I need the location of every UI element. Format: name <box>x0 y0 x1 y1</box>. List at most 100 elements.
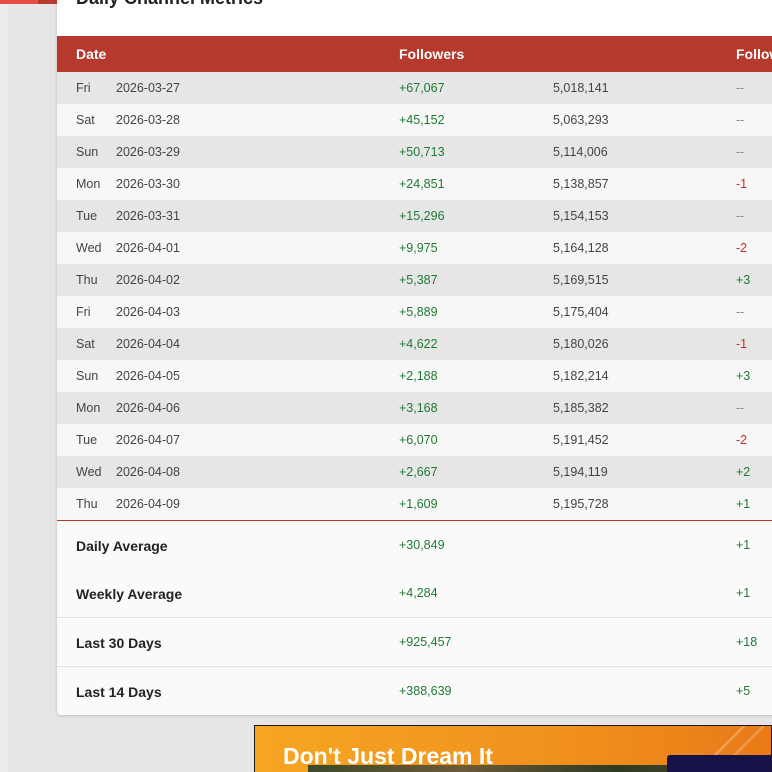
summary-row: Last 30 Days +925,457 +18 <box>57 617 772 665</box>
row-following-change: -2 <box>736 241 748 255</box>
summary-row: Last 14 Days +388,639 +5 <box>57 666 772 714</box>
row-following-change: -- <box>736 209 745 223</box>
row-follower-gain: +5,889 <box>399 305 438 319</box>
table-row: Sun 2026-04-05 +2,188 5,182,214 +3 <box>57 360 772 392</box>
summary-label: Daily Average <box>76 538 168 554</box>
row-follower-gain: +15,296 <box>399 209 445 223</box>
row-follower-total: 5,018,141 <box>553 81 609 95</box>
row-day: Sun <box>76 369 99 383</box>
summary-followers: +388,639 <box>399 684 452 698</box>
row-following-change: +3 <box>736 369 751 383</box>
row-day: Tue <box>76 209 98 223</box>
row-follower-gain: +24,851 <box>399 177 445 191</box>
row-day: Wed <box>76 241 102 255</box>
row-date: 2026-04-06 <box>116 401 180 415</box>
row-follower-gain: +9,975 <box>399 241 438 255</box>
row-date: 2026-04-03 <box>116 305 180 319</box>
row-following-change: -1 <box>736 337 748 351</box>
summary-followers: +4,284 <box>399 586 438 600</box>
table-row: Tue 2026-03-31 +15,296 5,154,153 -- <box>57 200 772 232</box>
row-day: Sat <box>76 113 95 127</box>
row-date: 2026-03-27 <box>116 81 180 95</box>
table-row: Thu 2026-04-09 +1,609 5,195,728 +1 <box>57 488 772 520</box>
daily-metrics-card: Daily Channel Metrics Date Followers Fol… <box>57 0 772 715</box>
table-row: Mon 2026-03-30 +24,851 5,138,857 -1 <box>57 168 772 200</box>
row-follower-total: 5,182,214 <box>553 369 609 383</box>
table-row: Wed 2026-04-08 +2,667 5,194,119 +2 <box>57 456 772 488</box>
summary-label: Last 14 Days <box>76 684 162 700</box>
summary-row: Weekly Average +4,284 +1 <box>57 569 772 617</box>
row-follower-gain: +45,152 <box>399 113 445 127</box>
ad-frame <box>254 725 772 772</box>
summary-row: Daily Average +30,849 +1 <box>57 521 772 569</box>
row-following-change: -1 <box>736 177 748 191</box>
row-day: Fri <box>76 81 91 95</box>
row-follower-gain: +4,622 <box>399 337 438 351</box>
row-date: 2026-04-07 <box>116 433 180 447</box>
row-date: 2026-04-04 <box>116 337 180 351</box>
row-follower-total: 5,185,382 <box>553 401 609 415</box>
card-title: Daily Channel Metrics <box>76 0 263 9</box>
summary-followers: +925,457 <box>399 635 452 649</box>
row-follower-total: 5,138,857 <box>553 177 609 191</box>
summary-following: +1 <box>736 586 751 600</box>
row-day: Sun <box>76 145 99 159</box>
left-page-gutter <box>0 4 8 772</box>
table-row: Sat 2026-04-04 +4,622 5,180,026 -1 <box>57 328 772 360</box>
row-follower-total: 5,191,452 <box>553 433 609 447</box>
row-day: Thu <box>76 497 98 511</box>
row-follower-total: 5,114,006 <box>553 145 608 159</box>
row-following-change: -- <box>736 81 745 95</box>
row-day: Thu <box>76 273 98 287</box>
row-day: Sat <box>76 337 95 351</box>
row-follower-total: 5,194,119 <box>553 465 608 479</box>
header-followers[interactable]: Followers <box>399 46 464 62</box>
row-follower-gain: +3,168 <box>399 401 438 415</box>
row-follower-total: 5,180,026 <box>553 337 609 351</box>
table-body: Fri 2026-03-27 +67,067 5,018,141 -- Sat 2026-0… <box>57 72 772 520</box>
table-row: Thu 2026-04-02 +5,387 5,169,515 +3 <box>57 264 772 296</box>
summary-label: Last 30 Days <box>76 635 162 651</box>
row-date: 2026-04-09 <box>116 497 180 511</box>
summary-label: Weekly Average <box>76 586 183 602</box>
row-follower-gain: +6,070 <box>399 433 438 447</box>
row-follower-gain: +67,067 <box>399 81 445 95</box>
row-follower-total: 5,195,728 <box>553 497 609 511</box>
row-date: 2026-04-08 <box>116 465 180 479</box>
table-row: Fri 2026-03-27 +67,067 5,018,141 -- <box>57 72 772 104</box>
row-follower-gain: +2,188 <box>399 369 438 383</box>
row-follower-total: 5,063,293 <box>553 113 609 127</box>
row-follower-total: 5,154,153 <box>553 209 609 223</box>
table-row: Tue 2026-04-07 +6,070 5,191,452 -2 <box>57 424 772 456</box>
row-follower-gain: +50,713 <box>399 145 445 159</box>
row-following-change: +2 <box>736 465 751 479</box>
table-row: Wed 2026-04-01 +9,975 5,164,128 -2 <box>57 232 772 264</box>
summary-following: +18 <box>736 635 758 649</box>
header-date[interactable]: Date <box>76 46 106 62</box>
row-date: 2026-04-02 <box>116 273 180 287</box>
table-row: Mon 2026-04-06 +3,168 5,185,382 -- <box>57 392 772 424</box>
row-date: 2026-04-05 <box>116 369 180 383</box>
row-following-change: -- <box>736 113 745 127</box>
row-following-change: -- <box>736 145 745 159</box>
row-follower-total: 5,169,515 <box>553 273 609 287</box>
summary-following: +1 <box>736 538 751 552</box>
row-date: 2026-03-30 <box>116 177 180 191</box>
row-day: Wed <box>76 465 102 479</box>
row-day: Tue <box>76 433 98 447</box>
row-following-change: -- <box>736 305 745 319</box>
row-follower-gain: +2,667 <box>399 465 438 479</box>
row-day: Mon <box>76 177 101 191</box>
row-date: 2026-04-01 <box>116 241 180 255</box>
table-row: Fri 2026-04-03 +5,889 5,175,404 -- <box>57 296 772 328</box>
row-following-change: +3 <box>736 273 751 287</box>
advertisement-banner[interactable]: Don't Just Dream It <box>254 725 772 772</box>
summary-following: +5 <box>736 684 751 698</box>
table-row: Sun 2026-03-29 +50,713 5,114,006 -- <box>57 136 772 168</box>
row-following-change: -- <box>736 401 745 415</box>
row-follower-gain: +1,609 <box>399 497 438 511</box>
row-date: 2026-03-29 <box>116 145 180 159</box>
summary-followers: +30,849 <box>399 538 445 552</box>
row-follower-total: 5,175,404 <box>553 305 609 319</box>
header-following[interactable]: Follow <box>736 46 772 62</box>
